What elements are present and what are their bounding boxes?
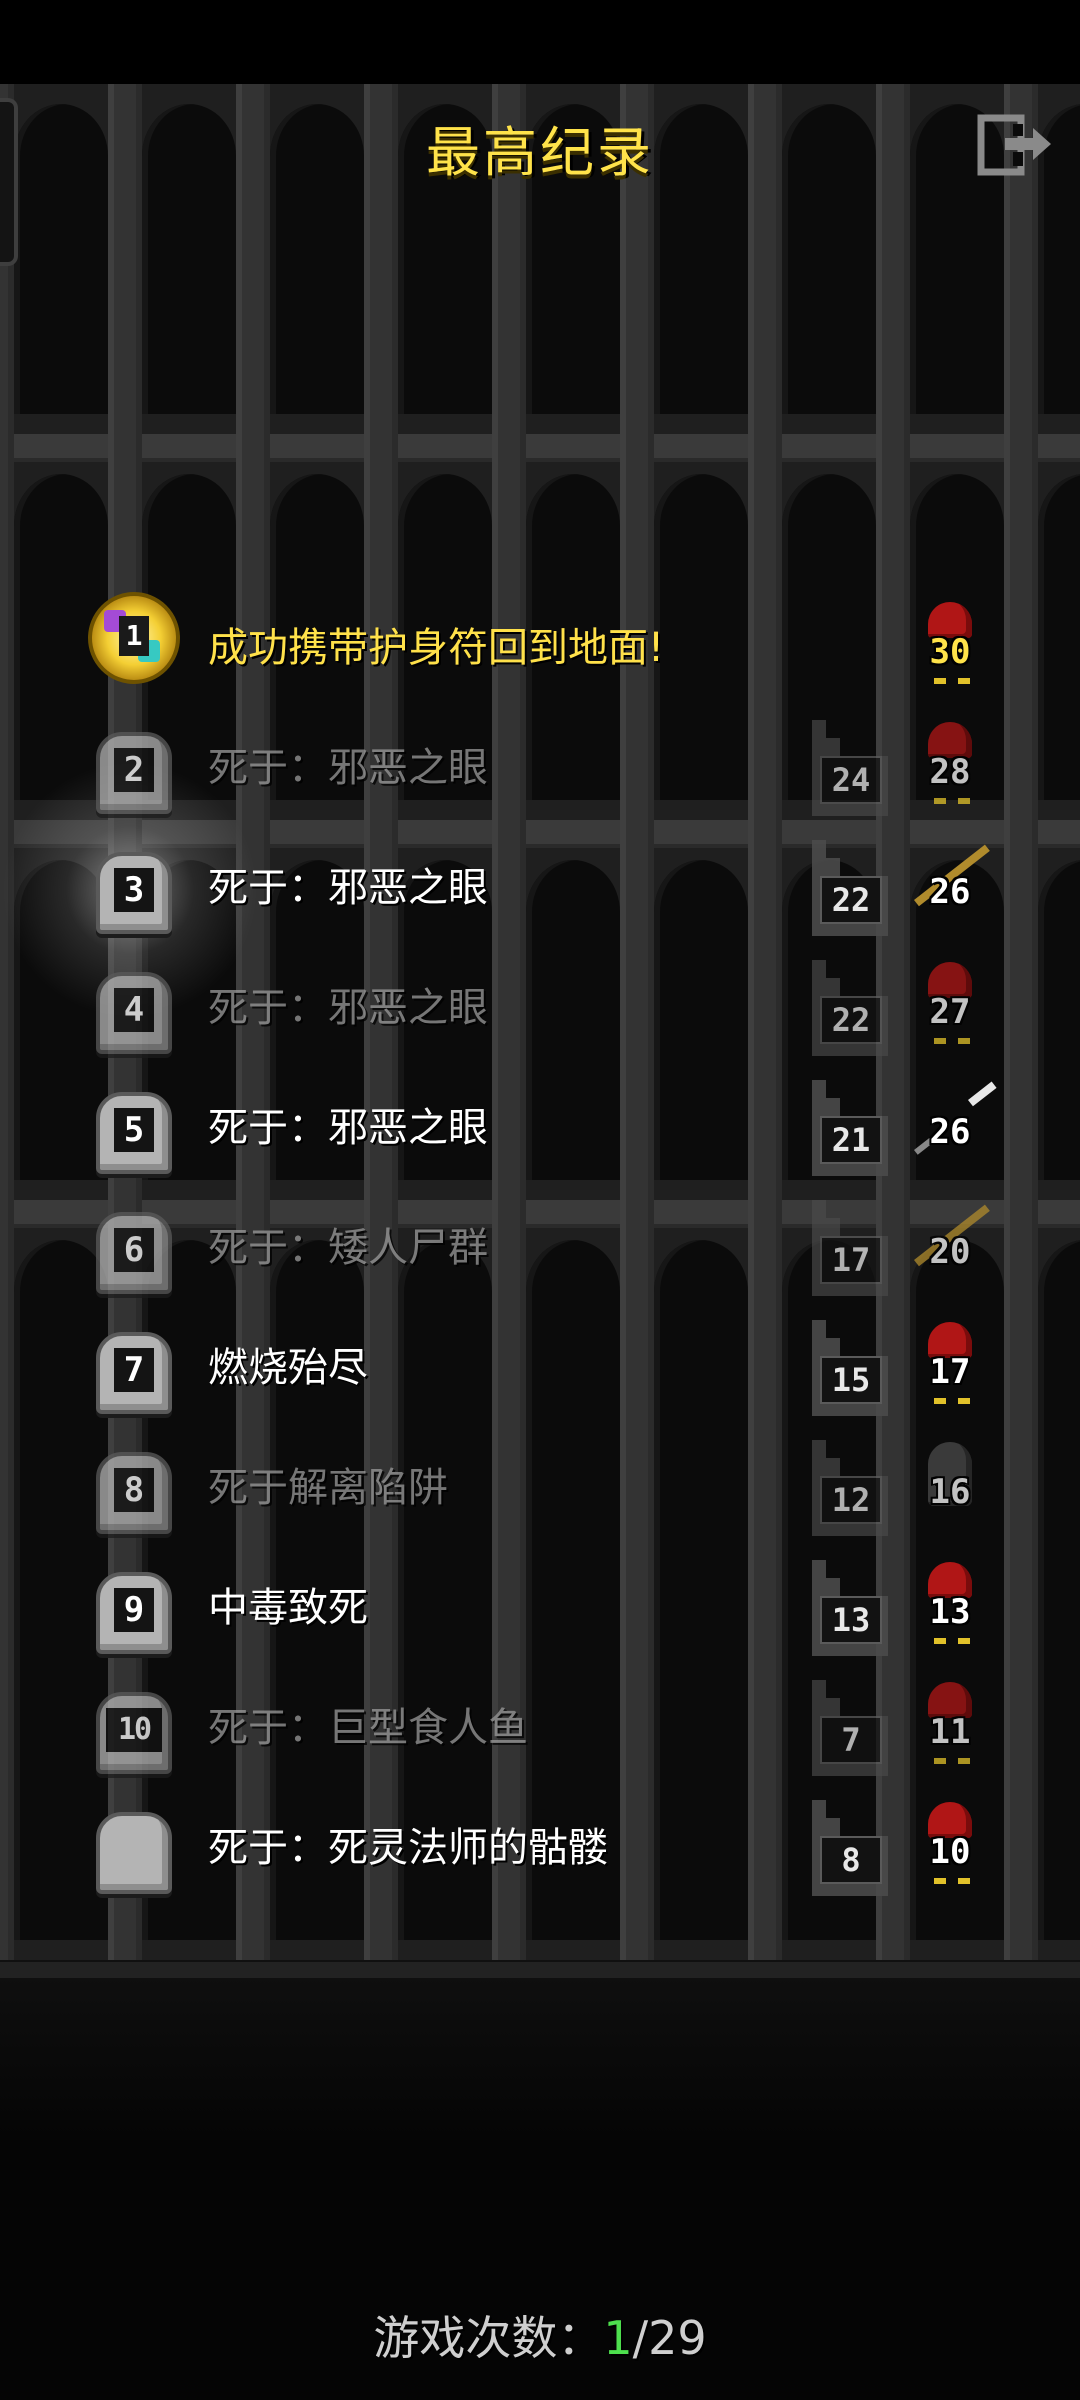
hero-level: 11	[910, 1668, 990, 1788]
rank-number: 10	[106, 1708, 162, 1752]
rank-number: 6	[114, 1228, 154, 1272]
tombstone-icon: 4	[96, 972, 172, 1054]
level-value: 27	[929, 992, 971, 1032]
record-cause: 死于解离陷阱	[208, 1465, 448, 1511]
games-played-label: 游戏次数：	[373, 2311, 604, 2365]
depth-badge: 24	[812, 720, 888, 816]
game-screen: 最高纪录 1 成功携带护身符回到地面! 30 2 死于：邪恶之眼 24 28 3…	[0, 0, 1080, 2400]
depth-badge: 22	[812, 960, 888, 1056]
level-value: 17	[929, 1352, 971, 1392]
record-cause: 成功携带护身符回到地面!	[208, 625, 665, 671]
level-value: 11	[929, 1712, 971, 1752]
level-value: 13	[929, 1592, 971, 1632]
rank-number: 2	[114, 748, 154, 792]
huntress-spear-icon	[968, 1081, 997, 1107]
games-total-count: /29	[632, 2311, 707, 2365]
record-cause: 中毒致死	[208, 1585, 368, 1631]
record-row-6[interactable]: 6 死于：矮人尸群 17 20	[0, 1188, 1080, 1308]
depth-value: 15	[820, 1356, 882, 1404]
blank-tombstone-icon	[96, 1812, 172, 1894]
level-value: 20	[929, 1232, 971, 1272]
tombstone-icon: 3	[96, 852, 172, 934]
record-row-5[interactable]: 5 死于：邪恶之眼 21 26	[0, 1068, 1080, 1188]
record-row-latest[interactable]: 死于：死灵法师的骷髅 8 10	[0, 1788, 1080, 1908]
tombstone-icon: 2	[96, 732, 172, 814]
record-row-7[interactable]: 7 燃烧殆尽 15 17	[0, 1308, 1080, 1428]
depth-value: 7	[820, 1716, 882, 1764]
level-value: 10	[929, 1832, 971, 1872]
depth-badge: 22	[812, 840, 888, 936]
depth-value: 21	[820, 1116, 882, 1164]
rank-number: 3	[114, 868, 154, 912]
tombstone-icon: 8	[96, 1452, 172, 1534]
record-cause: 死于：死灵法师的骷髅	[208, 1825, 608, 1871]
rank-number: 7	[114, 1348, 154, 1392]
record-row-3[interactable]: 3 死于：邪恶之眼 22 26	[0, 828, 1080, 948]
hero-level: 13	[910, 1548, 990, 1668]
record-row-1[interactable]: 1 成功携带护身符回到地面! 30	[0, 588, 1080, 708]
hero-level: 26	[910, 828, 990, 948]
rank-number: 4	[114, 988, 154, 1032]
hero-level: 28	[910, 708, 990, 828]
record-row-8[interactable]: 8 死于解离陷阱 12 16	[0, 1428, 1080, 1548]
depth-value: 12	[820, 1476, 882, 1524]
record-cause: 死于：邪恶之眼	[208, 745, 488, 791]
tombstone-icon: 7	[96, 1332, 172, 1414]
amulet-medal-icon: 1	[88, 592, 180, 684]
record-row-10[interactable]: 10 死于：巨型食人鱼 7 11	[0, 1668, 1080, 1788]
hero-level: 26	[910, 1068, 997, 1188]
record-row-9[interactable]: 9 中毒致死 13 13	[0, 1548, 1080, 1668]
depth-value: 22	[820, 996, 882, 1044]
depth-value: 22	[820, 876, 882, 924]
record-cause: 死于：邪恶之眼	[208, 1105, 488, 1151]
depth-badge: 7	[812, 1680, 888, 1776]
record-row-2[interactable]: 2 死于：邪恶之眼 24 28	[0, 708, 1080, 828]
hero-level: 30	[910, 588, 990, 708]
depth-badge: 12	[812, 1440, 888, 1536]
records-list: 1 成功携带护身符回到地面! 30 2 死于：邪恶之眼 24 28 3 死于：邪…	[0, 0, 1080, 1900]
level-value: 26	[929, 872, 971, 912]
record-cause: 燃烧殆尽	[208, 1345, 368, 1391]
record-cause: 死于：邪恶之眼	[208, 865, 488, 911]
depth-badge: 17	[812, 1200, 888, 1296]
depth-badge: 15	[812, 1320, 888, 1416]
record-cause: 死于：巨型食人鱼	[208, 1705, 528, 1751]
record-row-4[interactable]: 4 死于：邪恶之眼 22 27	[0, 948, 1080, 1068]
depth-badge: 21	[812, 1080, 888, 1176]
games-played-counter: 游戏次数：1/29	[0, 2302, 1080, 2368]
tombstone-icon: 10	[96, 1692, 172, 1774]
rank-number	[114, 1828, 154, 1872]
level-value: 16	[929, 1472, 971, 1512]
record-cause: 死于：矮人尸群	[208, 1225, 488, 1271]
depth-value: 8	[820, 1836, 882, 1884]
hero-level: 17	[910, 1308, 990, 1428]
depth-value: 17	[820, 1236, 882, 1284]
depth-value: 24	[820, 756, 882, 804]
tombstone-icon: 6	[96, 1212, 172, 1294]
floor-ledge	[0, 1962, 1080, 1978]
hero-level: 16	[910, 1428, 990, 1548]
tombstone-icon: 9	[96, 1572, 172, 1654]
rank-number: 5	[114, 1108, 154, 1152]
games-current-count: 1	[603, 2311, 633, 2365]
hero-level: 10	[910, 1788, 990, 1908]
rank-number: 9	[114, 1588, 154, 1632]
hero-level: 27	[910, 948, 990, 1068]
record-cause: 死于：邪恶之眼	[208, 985, 488, 1031]
tombstone-icon: 5	[96, 1092, 172, 1174]
depth-badge: 13	[812, 1560, 888, 1656]
level-value: 28	[929, 752, 971, 792]
depth-badge: 8	[812, 1800, 888, 1896]
level-value: 30	[929, 632, 971, 672]
level-value: 26	[929, 1112, 971, 1152]
depth-value: 13	[820, 1596, 882, 1644]
rank-number: 1	[119, 616, 149, 656]
hero-level: 20	[910, 1188, 990, 1308]
rank-number: 8	[114, 1468, 154, 1512]
